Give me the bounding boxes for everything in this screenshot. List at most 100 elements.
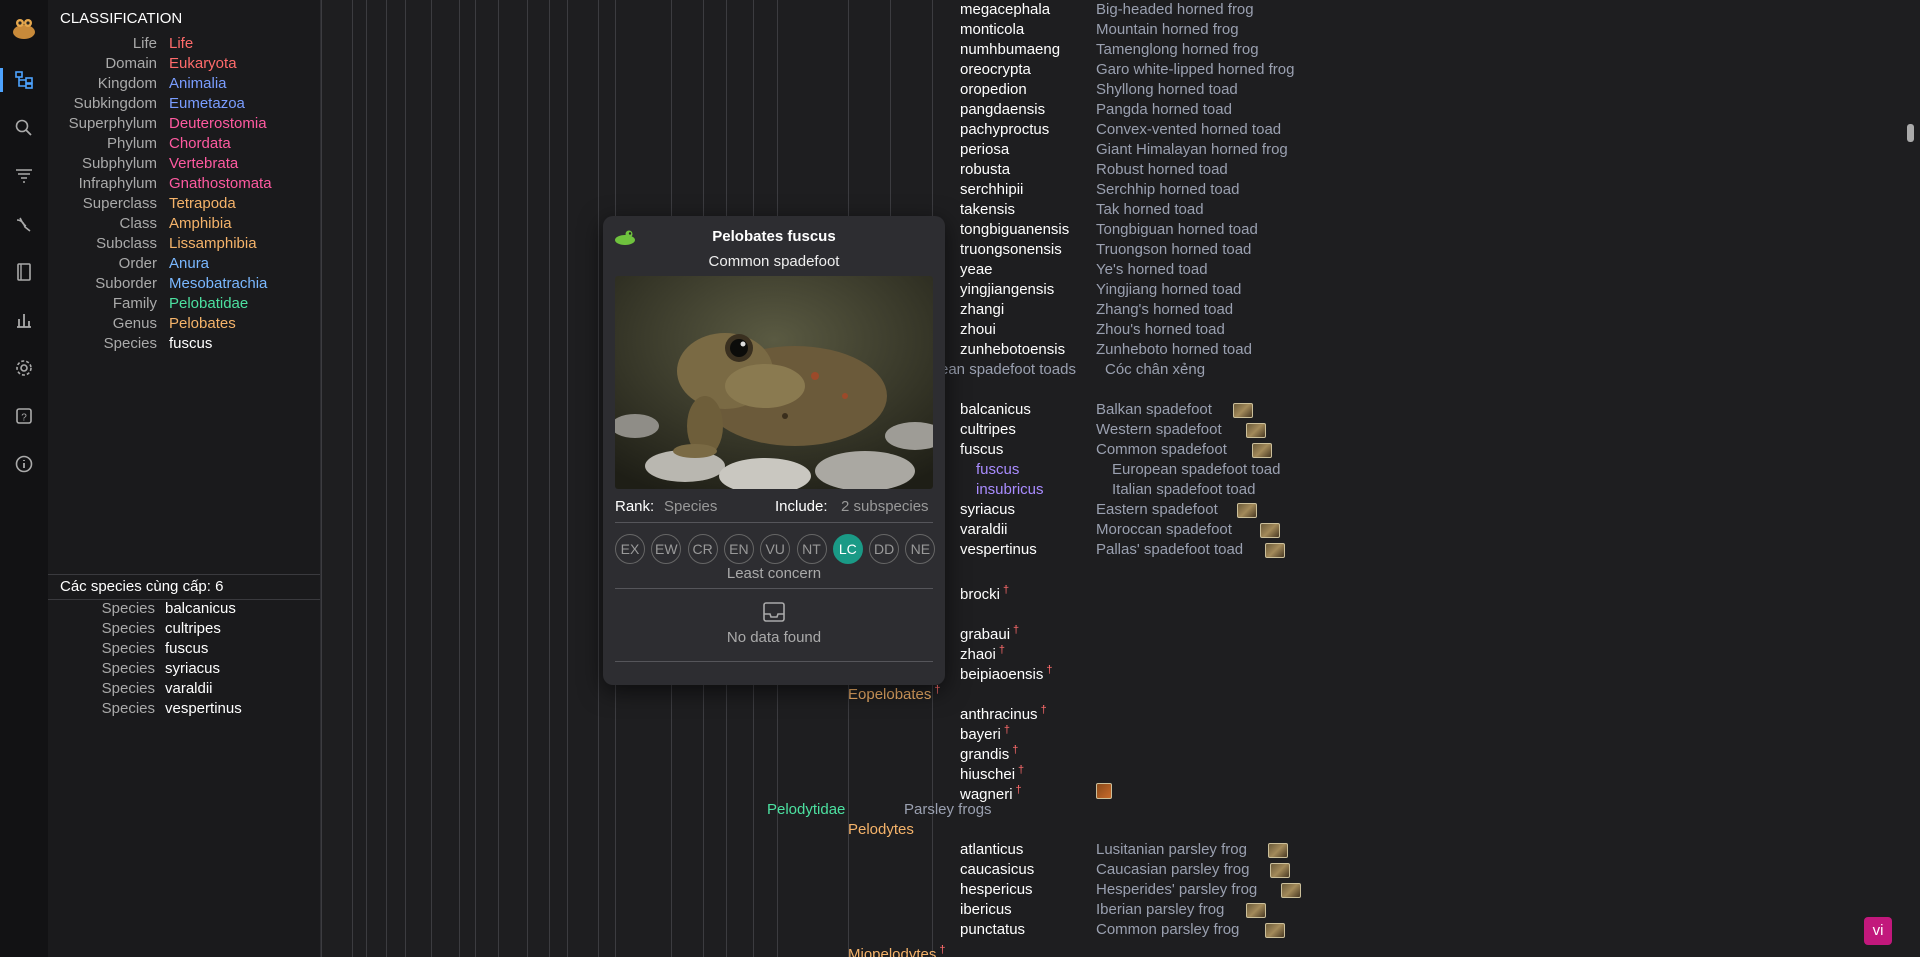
book-icon[interactable] [12, 260, 36, 284]
taxon-name[interactable]: Gnathostomata [169, 174, 272, 194]
species-name[interactable]: oreocrypta [960, 60, 1031, 80]
sibling-row[interactable]: Species cultripes [48, 619, 320, 639]
classification-row[interactable]: Subclass Lissamphibia [48, 234, 320, 254]
classification-row[interactable]: Suborder Mesobatrachia [48, 274, 320, 294]
sibling-name[interactable]: vespertinus [165, 699, 242, 719]
species-name[interactable]: hespericus [960, 880, 1033, 900]
species-name[interactable]: vespertinus [960, 540, 1037, 560]
species-name[interactable]: pachyproctus [960, 120, 1049, 140]
sibling-name[interactable]: balcanicus [165, 599, 236, 619]
classification-row[interactable]: Subphylum Vertebrata [48, 154, 320, 174]
taxon-name[interactable]: Amphibia [169, 214, 232, 234]
sibling-row[interactable]: Species vespertinus [48, 699, 320, 719]
search-icon[interactable] [12, 116, 36, 140]
species-name[interactable]: cultripes [960, 420, 1016, 440]
species-name[interactable]: oropedion [960, 80, 1027, 100]
chart-icon[interactable] [12, 308, 36, 332]
photo-thumbnail-icon[interactable] [1246, 423, 1266, 438]
species-name[interactable]: serchhipii [960, 180, 1023, 200]
sibling-name[interactable]: varaldii [165, 679, 213, 699]
sibling-row[interactable]: Species fuscus [48, 639, 320, 659]
taxon-name[interactable]: Vertebrata [169, 154, 238, 174]
taxonomy-tree[interactable]: megacephala Big-headed horned frog montico… [321, 0, 1920, 957]
photo-thumbnail-icon[interactable] [1237, 503, 1257, 518]
classification-row[interactable]: Family Pelobatidae [48, 294, 320, 314]
tree-scrollbar[interactable] [1904, 0, 1917, 957]
sibling-name[interactable]: cultripes [165, 619, 221, 639]
gear-icon[interactable] [12, 356, 36, 380]
photo-thumbnail-icon[interactable] [1281, 883, 1301, 898]
filter-icon[interactable] [12, 164, 36, 188]
photo-thumbnail-icon[interactable] [1268, 843, 1288, 858]
taxon-name[interactable]: Chordata [169, 134, 231, 154]
sibling-row[interactable]: Species syriacus [48, 659, 320, 679]
extinct-species[interactable]: brocki † [960, 580, 1009, 605]
help-icon[interactable]: ? [12, 404, 36, 428]
classification-row[interactable]: Infraphylum Gnathostomata [48, 174, 320, 194]
taxon-name[interactable]: Life [169, 34, 193, 54]
species-name[interactable]: numhbumaeng [960, 40, 1060, 60]
species-name[interactable]: yingjiangensis [960, 280, 1054, 300]
taxon-name[interactable]: fuscus [169, 334, 212, 354]
species-name[interactable]: takensis [960, 200, 1015, 220]
extinct-species[interactable]: beipiaoensis † [960, 660, 1053, 685]
taxon-name[interactable]: Eumetazoa [169, 94, 245, 114]
bird-icon[interactable] [12, 212, 36, 236]
classification-row[interactable]: Species fuscus [48, 334, 320, 354]
species-name[interactable]: varaldii [960, 520, 1008, 540]
taxon-name[interactable]: Pelobatidae [169, 294, 248, 314]
classification-row[interactable]: Phylum Chordata [48, 134, 320, 154]
genus-pelodytes[interactable]: Pelodytes [848, 820, 914, 840]
genus-miopelodytes[interactable]: Miopelodytes † [848, 940, 946, 957]
species-name[interactable]: zunhebotoensis [960, 340, 1065, 360]
species-name[interactable]: pangdaensis [960, 100, 1045, 120]
sibling-name[interactable]: fuscus [165, 639, 208, 659]
species-name[interactable]: truongsonensis [960, 240, 1062, 260]
photo-thumbnail-icon[interactable] [1096, 783, 1112, 799]
photo-thumbnail-icon[interactable] [1260, 523, 1280, 538]
taxon-name[interactable]: Deuterostomia [169, 114, 267, 134]
photo-thumbnail-icon[interactable] [1233, 403, 1253, 418]
species-name[interactable]: ibericus [960, 900, 1012, 920]
tree-icon[interactable] [12, 68, 36, 92]
info-icon[interactable] [12, 452, 36, 476]
taxon-name[interactable]: Lissamphibia [169, 234, 257, 254]
species-name[interactable]: yeae [960, 260, 993, 280]
classification-row[interactable]: Life Life [48, 34, 320, 54]
classification-row[interactable]: Kingdom Animalia [48, 74, 320, 94]
photo-thumbnail-icon[interactable] [1265, 923, 1285, 938]
classification-row[interactable]: Genus Pelobates [48, 314, 320, 334]
subspecies-name[interactable]: fuscus [976, 460, 1019, 480]
subspecies-name[interactable]: insubricus [976, 480, 1044, 500]
classification-row[interactable]: Subkingdom Eumetazoa [48, 94, 320, 114]
taxon-name[interactable]: Animalia [169, 74, 227, 94]
species-name[interactable]: tongbiguanensis [960, 220, 1069, 240]
photo-thumbnail-icon[interactable] [1246, 903, 1266, 918]
species-name[interactable]: syriacus [960, 500, 1015, 520]
species-name[interactable]: zhoui [960, 320, 996, 340]
species-name[interactable]: periosa [960, 140, 1009, 160]
taxon-name[interactable]: Mesobatrachia [169, 274, 267, 294]
species-name[interactable]: zhangi [960, 300, 1004, 320]
species-name[interactable]: atlanticus [960, 840, 1023, 860]
species-name[interactable]: robusta [960, 160, 1010, 180]
taxon-name[interactable]: Eukaryota [169, 54, 237, 74]
species-name[interactable]: punctatus [960, 920, 1025, 940]
family-pelodytidae[interactable]: Pelodytidae [767, 800, 845, 820]
classification-row[interactable]: Superclass Tetrapoda [48, 194, 320, 214]
species-name[interactable]: megacephala [960, 0, 1050, 20]
classification-row[interactable]: Domain Eukaryota [48, 54, 320, 74]
species-name[interactable]: fuscus [960, 440, 1003, 460]
app-logo-icon[interactable] [10, 14, 38, 42]
sibling-row[interactable]: Species varaldii [48, 679, 320, 699]
taxon-name[interactable]: Anura [169, 254, 209, 274]
taxon-name[interactable]: Pelobates [169, 314, 236, 334]
photo-thumbnail-icon[interactable] [1265, 543, 1285, 558]
classification-row[interactable]: Superphylum Deuterostomia [48, 114, 320, 134]
sibling-row[interactable]: Species balcanicus [48, 599, 320, 619]
taxon-name[interactable]: Tetrapoda [169, 194, 236, 214]
species-name[interactable]: monticola [960, 20, 1024, 40]
language-badge[interactable]: vi [1864, 917, 1892, 945]
species-name[interactable]: balcanicus [960, 400, 1031, 420]
classification-row[interactable]: Class Amphibia [48, 214, 320, 234]
